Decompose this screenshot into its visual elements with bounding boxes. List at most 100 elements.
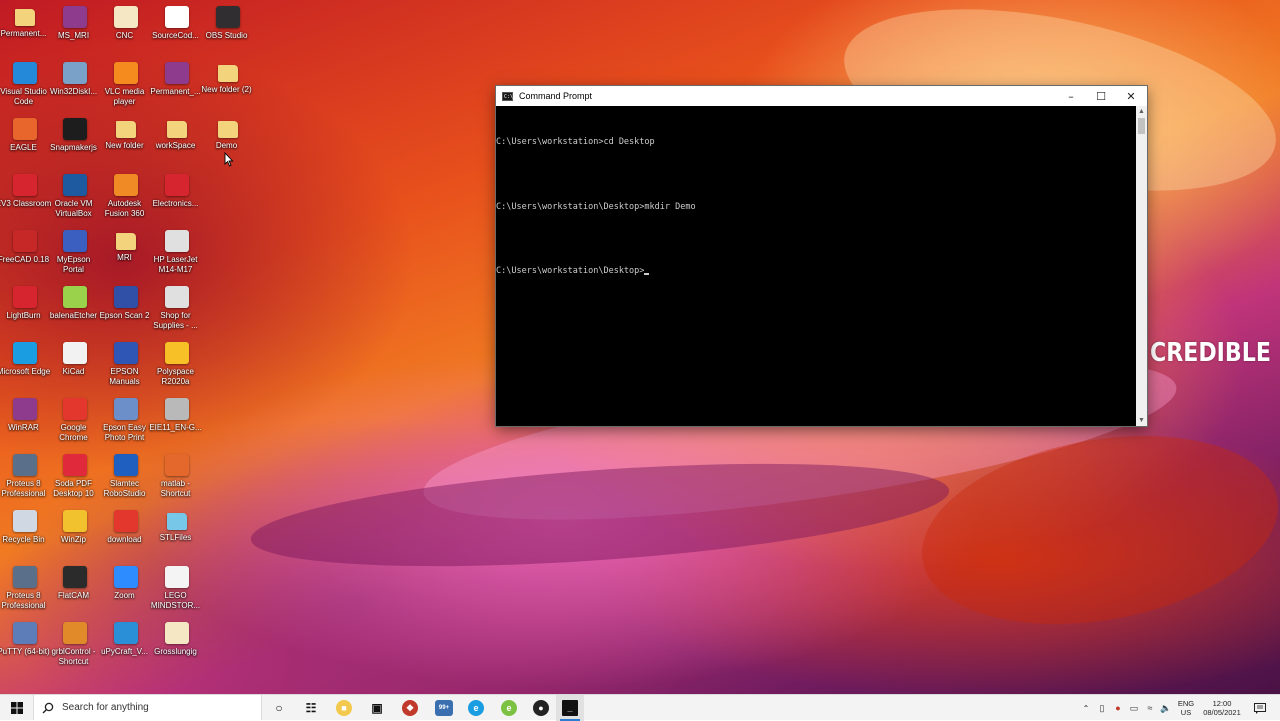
- desktop-shortcut-winzip[interactable]: WinZip: [50, 504, 100, 560]
- desktop-shortcut-label: New folder (2): [201, 85, 252, 94]
- taskbar-mail-badge-button[interactable]: 99+: [430, 695, 458, 721]
- desktop-shortcut-autodesk-fusion-360[interactable]: Autodesk Fusion 360: [101, 168, 151, 224]
- start-button[interactable]: [0, 695, 33, 721]
- printer-icon: [165, 230, 189, 252]
- desktop-shortcut-microsoft-edge[interactable]: Microsoft Edge: [0, 336, 50, 392]
- desktop-shortcut-oracle-vm-virtualbox[interactable]: Oracle VM VirtualBox: [50, 168, 100, 224]
- command-prompt-window[interactable]: C:\ Command Prompt – ☐ ✕ C:\Users\workst…: [496, 86, 1147, 426]
- disk-imager-icon: [63, 62, 87, 84]
- desktop-shortcut-shop-for-supplies[interactable]: Shop for Supplies - ...: [152, 280, 202, 336]
- desktop-shortcut-upycraft-v[interactable]: uPyCraft_V...: [101, 616, 151, 672]
- desktop-shortcut-proteus-8-professional[interactable]: Proteus 8 Professional: [0, 448, 50, 504]
- minimize-button[interactable]: –: [1056, 86, 1086, 106]
- action-center-icon[interactable]: [1250, 695, 1270, 721]
- desktop-shortcut-balenaetcher[interactable]: balenaEtcher: [50, 280, 100, 336]
- desktop-shortcut-epson-easy-photo-print[interactable]: Epson Easy Photo Print: [101, 392, 151, 448]
- desktop-shortcut-polyspace-r2020a[interactable]: Polyspace R2020a: [152, 336, 202, 392]
- desktop-shortcut-label: Shop for Supplies - ...: [153, 311, 198, 330]
- taskbar-command-prompt-button[interactable]: _: [556, 695, 584, 721]
- desktop-shortcut-lego-mindstor[interactable]: LEGO MINDSTOR...: [151, 560, 202, 616]
- desktop-shortcut-myepson-portal[interactable]: MyEpson Portal: [50, 224, 100, 280]
- maximize-button[interactable]: ☐: [1086, 86, 1116, 106]
- desktop-shortcut-putty-64-bit[interactable]: PuTTY (64-bit): [0, 616, 50, 672]
- desktop-shortcut-vlc-media-player[interactable]: VLC media player: [101, 56, 151, 112]
- keyboard-layout: US: [1180, 708, 1192, 717]
- desktop-shortcut-obs-studio[interactable]: OBS Studio: [203, 0, 253, 56]
- volume-tray-icon[interactable]: 🔈: [1159, 695, 1173, 721]
- window-title: Command Prompt: [519, 91, 593, 101]
- show-hidden-icons-chevron-icon[interactable]: ⌃: [1080, 695, 1092, 721]
- clock[interactable]: 12:00 08/05/2021: [1199, 695, 1245, 721]
- battery-tray-icon[interactable]: ▭: [1127, 695, 1141, 721]
- desktop-shortcut-snapmakerjs[interactable]: Snapmakerjs: [50, 112, 100, 168]
- taskbar-search-box[interactable]: Search for anything: [33, 695, 262, 720]
- desktop-shortcut-epson-scan-2[interactable]: Epson Scan 2: [100, 280, 151, 336]
- wifi-tray-icon[interactable]: ≈: [1143, 695, 1157, 721]
- taskbar-gift-button[interactable]: ❖: [396, 695, 424, 721]
- desktop-shortcut-label: balenaEtcher: [49, 311, 98, 320]
- desktop-shortcut-grblcontrol-shortcut[interactable]: grblControl - Shortcut: [50, 616, 100, 672]
- desktop-shortcut-stlfiles[interactable]: STLFiles: [152, 504, 202, 560]
- desktop-shortcut-permanent[interactable]: Permanent_...: [150, 56, 202, 112]
- taskbar-ie-button[interactable]: e: [495, 695, 523, 721]
- desktop-shortcut-label: STLFiles: [159, 533, 192, 542]
- desktop-shortcut-eie11-en-g[interactable]: EIE11_EN-G...: [149, 392, 202, 448]
- command-prompt-titlebar[interactable]: C:\ Command Prompt – ☐ ✕: [496, 86, 1147, 106]
- language-indicator[interactable]: ENG US: [1175, 695, 1197, 721]
- desktop-shortcut-matlab-shortcut[interactable]: matlab - Shortcut: [152, 448, 202, 504]
- photo-print-icon: [114, 398, 138, 420]
- desktop-shortcut-electronics[interactable]: Electronics...: [152, 168, 202, 224]
- desktop-shortcut-google-chrome[interactable]: Google Chrome: [50, 392, 100, 448]
- taskbar-edge-button[interactable]: e: [462, 695, 490, 721]
- snapmaker-icon: [63, 118, 87, 140]
- desktop-shortcut-download[interactable]: download: [101, 504, 151, 560]
- taskbar-obs-button[interactable]: ●: [527, 695, 555, 721]
- desktop-shortcut-label: Demo: [215, 141, 238, 150]
- desktop-shortcut-eagle[interactable]: EAGLE: [0, 112, 50, 168]
- scrollbar-thumb[interactable]: [1138, 118, 1145, 134]
- desktop-shortcut-mri[interactable]: MRI: [101, 224, 151, 280]
- desktop-shortcut-slamtec-robostudio[interactable]: Slamtec RoboStudio: [101, 448, 151, 504]
- desktop-shortcut-sourcecod[interactable]: SourceCod...: [152, 0, 202, 56]
- desktop-shortcut-recycle-bin[interactable]: Recycle Bin: [0, 504, 50, 560]
- desktop-shortcut-grosslungig[interactable]: Grosslungig: [152, 616, 202, 672]
- desktop-shortcut-winrar[interactable]: WinRAR: [0, 392, 50, 448]
- desktop-shortcut-workspace[interactable]: workSpace: [152, 112, 202, 168]
- taskbar-task-view-button[interactable]: ☷: [297, 695, 325, 721]
- desktop-shortcut-visual-studio-code[interactable]: Visual Studio Code: [0, 56, 50, 112]
- usb-tray-icon[interactable]: ▯: [1095, 695, 1109, 721]
- antivirus-tray-icon[interactable]: ●: [1111, 695, 1125, 721]
- taskbar-file-explorer-button[interactable]: ■: [330, 695, 358, 721]
- desktop-shortcut-flatcam[interactable]: FlatCAM: [50, 560, 100, 616]
- desktop-shortcut-new-folder-2[interactable]: New folder (2): [201, 56, 253, 112]
- desktop-shortcut-soda-pdf-desktop-10[interactable]: Soda PDF Desktop 10: [50, 448, 100, 504]
- desktop-shortcut-cnc[interactable]: CNC: [101, 0, 151, 56]
- folder-icon: [15, 9, 35, 26]
- taskbar-cortana-button[interactable]: ○: [265, 695, 293, 721]
- desktop-shortcut-proteus-8-professional[interactable]: Proteus 8 Professional: [0, 560, 50, 616]
- close-button[interactable]: ✕: [1116, 86, 1146, 106]
- desktop-shortcut-permanent[interactable]: Permanent...: [0, 0, 50, 56]
- desktop-shortcut-hp-laserjet-m14-m17[interactable]: HP LaserJet M14-M17: [152, 224, 202, 280]
- taskbar-store-button[interactable]: ▣: [363, 695, 391, 721]
- scroll-down-arrow-icon[interactable]: ▼: [1136, 415, 1147, 426]
- scroll-up-arrow-icon[interactable]: ▲: [1136, 106, 1147, 117]
- clock-time: 12:00: [1212, 699, 1232, 708]
- desktop-shortcut-lightburn[interactable]: LightBurn: [0, 280, 50, 336]
- desktop-shortcut-ms-mri[interactable]: MS_MRI: [50, 0, 100, 56]
- desktop-shortcut-freecad-0-18[interactable]: FreeCAD 0.18: [0, 224, 50, 280]
- desktop-shortcut-label: CNC: [115, 31, 134, 40]
- desktop-shortcut-win32diski[interactable]: Win32DiskI...: [50, 56, 100, 112]
- command-prompt-console[interactable]: C:\Users\workstation>cd Desktop C:\Users…: [496, 106, 1136, 436]
- desktop-shortcut-new-folder[interactable]: New folder: [101, 112, 151, 168]
- desktop-shortcut-epson-manuals[interactable]: EPSON Manuals: [101, 336, 151, 392]
- desktop-shortcut-ev3-classroom[interactable]: EV3 Classroom: [0, 168, 51, 224]
- desktop-shortcut-label: Autodesk Fusion 360: [104, 199, 145, 218]
- desktop-shortcut-zoom[interactable]: Zoom: [101, 560, 151, 616]
- desktop-shortcut-label: Permanent...: [0, 29, 47, 38]
- wallpaper-streak: [907, 410, 1280, 650]
- vertical-scrollbar[interactable]: ▲ ▼: [1136, 106, 1147, 426]
- desktop-shortcut-kicad[interactable]: KiCad: [50, 336, 100, 392]
- desktop-shortcut-label: download: [107, 535, 142, 544]
- document-icon: [114, 6, 138, 28]
